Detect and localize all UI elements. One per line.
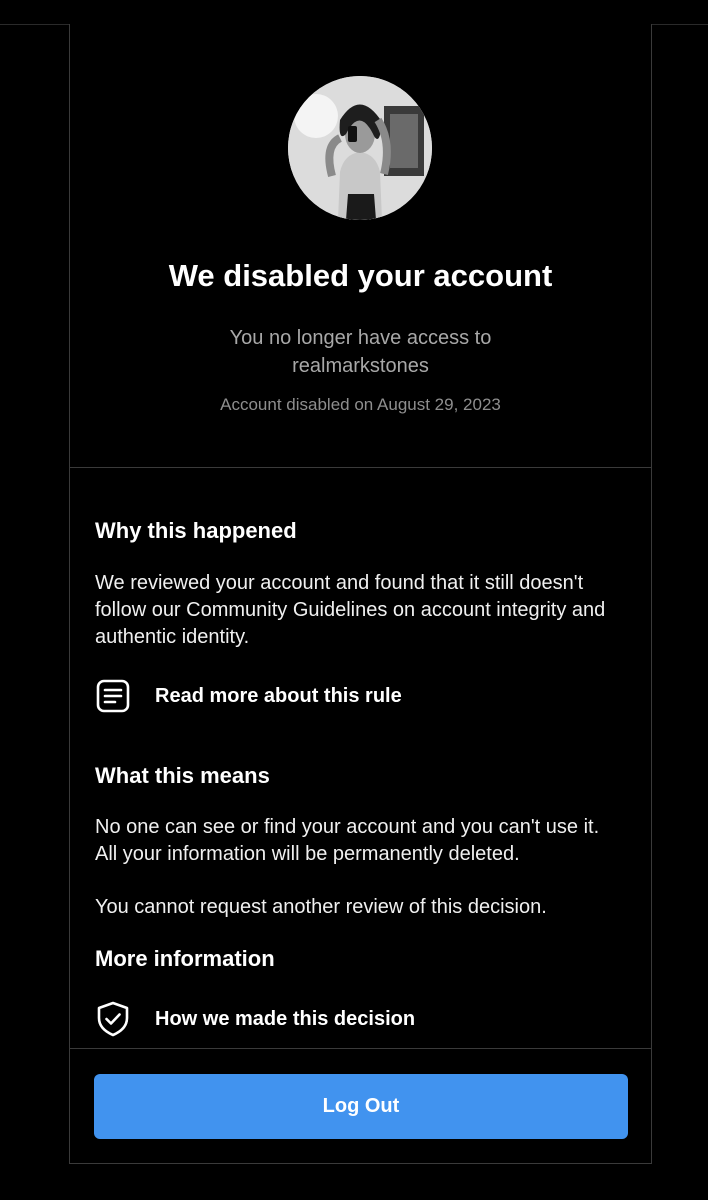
disabled-account-card: We disabled your account You no longer h…: [69, 24, 652, 1164]
page-title: We disabled your account: [168, 258, 553, 293]
shield-check-icon: [95, 1001, 131, 1037]
why-body: We reviewed your account and found that …: [95, 572, 606, 648]
means-body: No one can see or find your account and …: [95, 816, 600, 865]
subtitle-line: You no longer have access to: [229, 327, 492, 349]
read-more-rule-link[interactable]: Read more about this rule: [95, 676, 615, 716]
why-heading: Why this happened: [95, 518, 297, 543]
how-decision-made-label: How we made this decision: [155, 1007, 416, 1030]
header-section: We disabled your account You no longer h…: [70, 24, 651, 468]
logout-button[interactable]: Log Out: [94, 1074, 628, 1139]
how-decision-made-link[interactable]: How we made this decision: [95, 999, 615, 1039]
read-more-rule-label: Read more about this rule: [155, 684, 402, 707]
more-info-heading: More information: [95, 946, 275, 971]
means-heading: What this means: [95, 763, 270, 788]
footer-section: Log Out: [70, 1048, 651, 1165]
no-review-text: You cannot request another review of thi…: [95, 896, 547, 918]
document-icon: [95, 678, 131, 714]
subtitle: You no longer have access to realmarksto…: [70, 324, 651, 380]
disabled-date: Account disabled on August 29, 2023: [220, 395, 501, 414]
avatar: [288, 76, 432, 220]
username: realmarkstones: [292, 355, 429, 377]
